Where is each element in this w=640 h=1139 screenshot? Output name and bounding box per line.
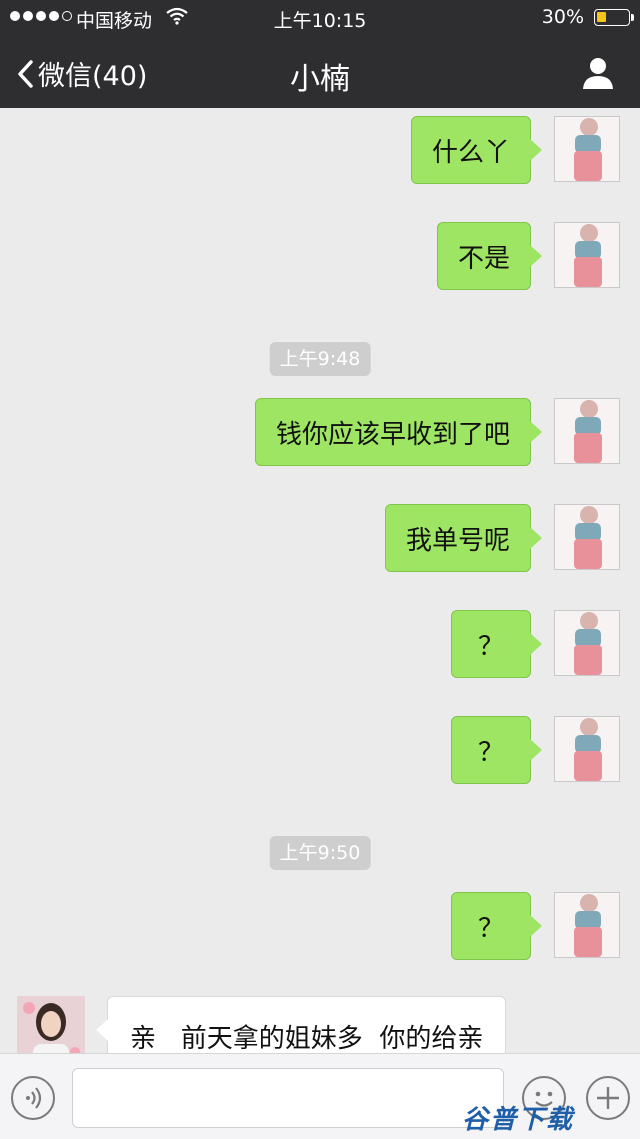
message-row-incoming: 亲 前天拿的姐妹多 你的给亲 — [17, 996, 507, 1053]
avatar-self[interactable] — [554, 222, 620, 288]
message-list[interactable]: 什么丫 不是 上午9:48 钱你应该早收到了吧 我单号呢 ？ ？ 上午9:50 … — [0, 108, 640, 1053]
voice-button[interactable] — [11, 1076, 55, 1120]
message-bubble-outgoing[interactable]: 钱你应该早收到了吧 — [254, 398, 543, 466]
plus-icon — [597, 1087, 619, 1109]
battery-icon — [594, 9, 634, 26]
message-input[interactable] — [72, 1068, 504, 1128]
message-row-outgoing: 不是 — [436, 222, 620, 290]
avatar-contact[interactable] — [17, 996, 85, 1053]
timestamp-divider: 上午9:48 — [269, 342, 371, 376]
message-row-outgoing: 我单号呢 — [384, 504, 620, 572]
message-row-outgoing: 什么丫 — [410, 116, 620, 184]
message-row-outgoing: ？ — [450, 892, 620, 960]
message-row-outgoing: 钱你应该早收到了吧 — [254, 398, 620, 466]
avatar-self[interactable] — [554, 504, 620, 570]
message-bubble-outgoing[interactable]: 不是 — [436, 222, 543, 290]
voice-icon — [26, 1087, 42, 1109]
top-bar: 中国移动 上午10:15 30% 微信(40) 小楠 — [0, 0, 640, 108]
status-bar: 中国移动 上午10:15 30% — [0, 0, 640, 36]
message-bubble-outgoing[interactable]: 我单号呢 — [384, 504, 543, 572]
avatar-self[interactable] — [554, 716, 620, 782]
message-row-outgoing: ？ — [450, 610, 620, 678]
person-icon[interactable] — [582, 56, 614, 90]
avatar-self[interactable] — [554, 892, 620, 958]
timestamp-divider: 上午9:50 — [269, 836, 371, 870]
avatar-self[interactable] — [554, 610, 620, 676]
more-button[interactable] — [586, 1076, 630, 1120]
message-bubble-outgoing[interactable]: ？ — [450, 892, 543, 960]
message-bubble-outgoing[interactable]: ？ — [450, 610, 543, 678]
watermark-logo: 谷普下载 — [462, 1105, 575, 1135]
avatar-self[interactable] — [554, 398, 620, 464]
message-row-outgoing: ？ — [450, 716, 620, 784]
navigation-bar: 微信(40) 小楠 — [0, 36, 640, 108]
avatar-self[interactable] — [554, 116, 620, 182]
message-bubble-incoming[interactable]: 亲 前天拿的姐妹多 你的给亲 — [95, 996, 507, 1053]
message-bubble-outgoing[interactable]: 什么丫 — [410, 116, 543, 184]
input-bar: 谷普下载 — [0, 1053, 640, 1139]
chat-title: 小楠 — [290, 62, 350, 97]
battery-percent: 30% — [541, 6, 584, 28]
message-bubble-outgoing[interactable]: ？ — [450, 716, 543, 784]
